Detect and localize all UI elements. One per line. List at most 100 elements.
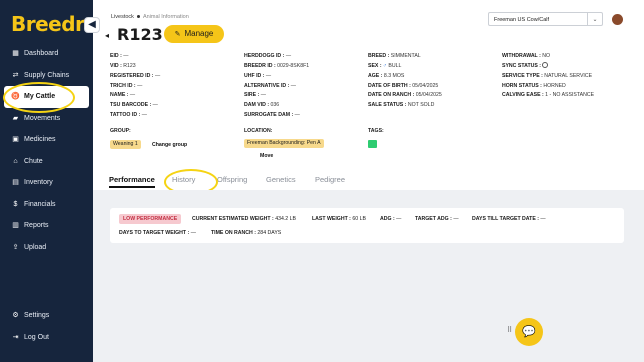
sidebar-item-label: Dashboard [24, 50, 59, 58]
tab-pedigree[interactable]: Pedigree [315, 175, 345, 184]
info-row: SEX : ♂ BULL [368, 62, 402, 69]
info-row: BREEDR ID : 0029-8SK8F1 [244, 62, 310, 69]
info-row: HORN STATUS : HORNED [502, 82, 566, 89]
stat-last-weight: LAST WEIGHT : 60 LB [312, 216, 366, 222]
performance-card: LOW PERFORMANCE CURRENT ESTIMATED WEIGHT… [110, 208, 624, 243]
sidebar-item-label: Financials [24, 200, 56, 208]
info-row: SURROGATE DAM : — [244, 112, 300, 119]
reports-icon: ▥ [12, 222, 19, 230]
sidebar-item-label: Reports [24, 222, 49, 230]
sidebar-nav: ▦ Dashboard ⇄ Supply Chains ♉ My Cattle ▰ Mo… [0, 43, 93, 258]
info-column-2: HERDDOGG ID : — BREEDR ID : 0029-8SK8F1 … [244, 52, 309, 121]
sidebar-item-financials[interactable]: $ Financials [0, 194, 93, 216]
avatar[interactable] [612, 14, 623, 25]
tag-icon[interactable] [368, 140, 377, 148]
sidebar: Breedr ▦ Dashboard ⇄ Supply Chains ♉ My Cat… [0, 0, 93, 362]
truck-icon: ▰ [12, 114, 19, 122]
sidebar-item-logout[interactable]: ⇥ Log Out [0, 327, 93, 349]
sidebar-item-chute[interactable]: ⌂ Chute [0, 151, 93, 173]
info-row: SALE STATUS : NOT SOLD [368, 102, 435, 109]
breadcrumb: Livestock Animal Information [111, 14, 189, 20]
sidebar-item-medicines[interactable]: ▣ Medicines [0, 129, 93, 151]
page-title: R123 [117, 25, 163, 44]
ranch-select[interactable]: Freeman US Cow/Calf ⌄ [488, 12, 603, 26]
info-row: SERVICE TYPE : NATURAL SERVICE [502, 72, 593, 79]
location-label: LOCATION: [244, 128, 273, 134]
gear-icon: ⚙ [12, 312, 19, 320]
info-row: TATTOO ID : — [110, 112, 147, 119]
collapse-sidebar-button[interactable]: ◀ [85, 18, 99, 32]
tab-genetics[interactable]: Genetics [266, 175, 296, 184]
sidebar-item-settings[interactable]: ⚙ Settings [0, 305, 93, 327]
ranch-select-value: Freeman US Cow/Calf [494, 17, 550, 23]
sidebar-item-label: Supply Chains [24, 71, 70, 79]
manage-label: Manage [184, 29, 214, 38]
stat-days-till-target-date: DAYS TILL TARGET DATE : — [472, 216, 546, 222]
stat-current-weight: CURRENT ESTIMATED WEIGHT : 434.2 LB [192, 216, 296, 222]
dollar-icon: $ [13, 200, 18, 208]
stat-time-on-ranch: TIME ON RANCH : 284 DAYS [211, 230, 282, 236]
chute-icon: ⌂ [13, 157, 18, 165]
change-group-link[interactable]: Change group [152, 142, 187, 148]
sidebar-item-label: Chute [24, 157, 43, 165]
logout-icon: ⇥ [12, 333, 19, 341]
info-column-1: EID : — VID : R123 REGISTERED ID : — TRI… [110, 52, 160, 121]
info-row: BREED : SIMMENTAL [368, 53, 421, 59]
sidebar-item-label: Upload [24, 243, 47, 251]
highlight-annotation [3, 82, 75, 113]
chat-icon: 💬 [522, 326, 536, 338]
manage-button[interactable]: ✎ Manage [164, 25, 224, 43]
info-row: WITHDRAWAL : NO [502, 53, 551, 59]
sidebar-bottom: ⚙ Settings ⇥ Log Out [0, 305, 93, 348]
info-row: REGISTERED ID : — [110, 72, 161, 79]
breadcrumb-livestock[interactable]: Livestock [111, 14, 134, 20]
medicine-icon: ▣ [12, 136, 19, 144]
info-row: ALTERNATIVE ID : — [244, 82, 296, 89]
info-row: SIRE : — [244, 92, 266, 99]
back-arrow-icon[interactable]: ◂ [105, 31, 109, 40]
info-row: DAM VID : 036 [244, 102, 280, 109]
location-chip: Freeman Backgrounding: Pen A [244, 139, 324, 148]
sidebar-item-upload[interactable]: ⇪ Upload [0, 237, 93, 259]
info-row: NAME : — [110, 92, 136, 99]
pencil-icon: ✎ [174, 31, 181, 38]
group-chip: Weaning 1 [110, 140, 141, 149]
info-row: AGE : 8.3 MOS [368, 72, 405, 79]
sidebar-item-label: Medicines [24, 136, 56, 144]
info-row: EID : — [110, 53, 129, 59]
info-row: SYNC STATUS : [502, 62, 594, 72]
info-row: TSU BARCODE : — [110, 102, 158, 109]
info-row: UHF ID : — [244, 72, 272, 79]
stat-days-to-target-weight: DAYS TO TARGET WEIGHT : — [119, 230, 196, 236]
male-icon: ♂ [383, 62, 387, 69]
breadcrumb-current: Animal Information [142, 14, 189, 20]
status-badge: LOW PERFORMANCE [119, 214, 182, 224]
sidebar-item-label: Inventory [24, 179, 53, 187]
stat-adg: ADG : — [380, 216, 402, 222]
performance-panel: LOW PERFORMANCE CURRENT ESTIMATED WEIGHT… [93, 190, 644, 362]
group-label: GROUP: [110, 128, 131, 134]
info-row: CALVING EASE : 1 - NO ASSISTANCE [502, 92, 595, 99]
chevron-down-icon: ⌄ [587, 13, 602, 25]
info-row: DATE OF BIRTH : 05/04/2025 [368, 82, 439, 89]
sidebar-item-label: Settings [24, 312, 50, 320]
tab-performance[interactable]: Performance [109, 175, 155, 184]
sidebar-item-reports[interactable]: ▥ Reports [0, 215, 93, 237]
info-column-3: BREED : SIMMENTAL SEX : ♂ BULL AGE : 8.3… [368, 52, 442, 111]
breedr-logo[interactable]: Breedr [11, 12, 85, 36]
main-content: Livestock Animal Information Freeman US C… [93, 0, 644, 362]
active-tab-underline [109, 186, 155, 188]
info-row: TRICH ID : — [110, 82, 143, 89]
sidebar-item-dashboard[interactable]: ▦ Dashboard [0, 43, 93, 65]
upload-icon: ⇪ [12, 243, 19, 251]
info-row: DATE ON RANCH : 05/04/2025 [368, 92, 442, 99]
sidebar-item-inventory[interactable]: ▤ Inventory [0, 172, 93, 194]
move-link[interactable]: Move [260, 153, 273, 159]
tab-offspring[interactable]: Offspring [217, 175, 247, 184]
tags-label: TAGS: [368, 128, 384, 134]
chat-button[interactable]: 💬 [515, 318, 543, 346]
info-column-4: WITHDRAWAL : NO SYNC STATUS : SERVICE TY… [502, 52, 594, 101]
info-row: HERDDOGG ID : — [244, 53, 291, 59]
grid-dots-icon[interactable]: ⠿ [507, 326, 512, 334]
stat-target-adg: TARGET ADG : — [415, 216, 459, 222]
